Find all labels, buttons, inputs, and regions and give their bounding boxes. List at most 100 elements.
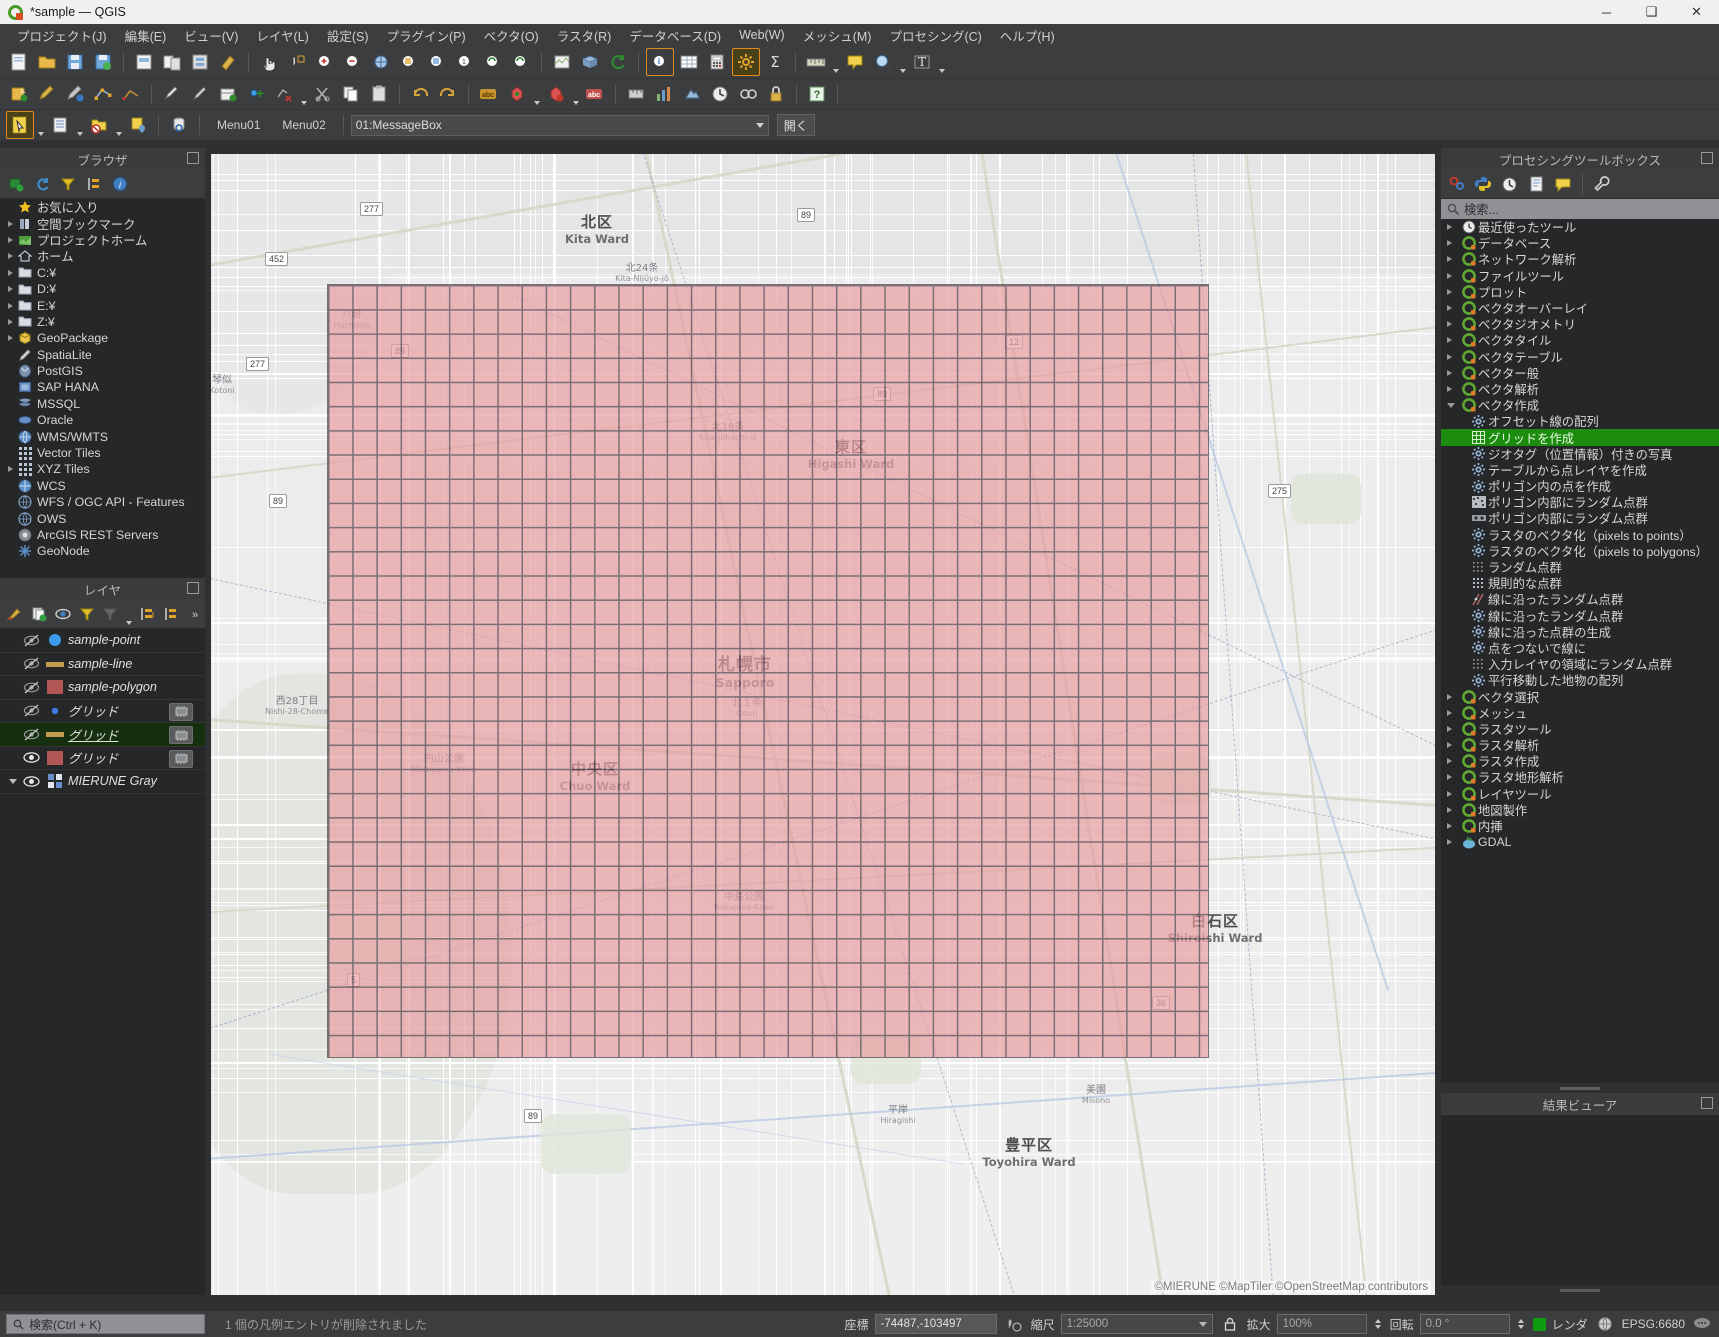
browser-item-16[interactable]: XYZ Tiles xyxy=(0,461,205,477)
browser-item-17[interactable]: WCS xyxy=(0,478,205,494)
delete-selected-button[interactable] xyxy=(271,81,297,107)
select-dropdown-caret[interactable] xyxy=(532,79,541,109)
multi-edit-button[interactable] xyxy=(118,81,144,107)
redo-button[interactable] xyxy=(435,81,461,107)
modify-attributes-button[interactable] xyxy=(159,81,185,107)
crs-value[interactable]: EPSG:6680 xyxy=(1622,1317,1685,1331)
expand-arrow-icon[interactable] xyxy=(1447,385,1459,392)
add-group-icon[interactable] xyxy=(29,603,49,625)
save-layer-edits-button[interactable] xyxy=(62,81,88,107)
comment-icon[interactable] xyxy=(1552,173,1574,195)
expand-all-icon[interactable] xyxy=(137,603,157,625)
browser-item-7[interactable]: Z:¥ xyxy=(0,314,205,330)
select-value-button[interactable]: abc xyxy=(582,81,608,107)
select-features-button[interactable]: abc xyxy=(476,81,502,107)
browser-item-10[interactable]: PostGIS xyxy=(0,363,205,379)
expand-arrow-icon[interactable] xyxy=(1447,272,1459,279)
expand-arrow-icon[interactable] xyxy=(1447,709,1459,716)
new-bookmark-button[interactable] xyxy=(870,49,896,75)
zoom-selection-button[interactable] xyxy=(396,49,422,75)
coordinate-value[interactable]: -74487,-103497 xyxy=(874,1314,997,1334)
processing-item-11[interactable]: ベクタ作成 xyxy=(1441,397,1719,413)
more-options-icon[interactable]: » xyxy=(185,603,205,625)
expand-arrow-icon[interactable] xyxy=(1447,224,1459,231)
deselect-features-button[interactable] xyxy=(543,81,569,107)
zoom-in-button[interactable] xyxy=(312,49,338,75)
results-splitter[interactable] xyxy=(1441,1285,1719,1295)
expand-arrow-icon[interactable] xyxy=(1447,806,1459,813)
zoom-native-button[interactable]: 1 xyxy=(452,49,478,75)
lock-scale-icon[interactable] xyxy=(1219,1313,1241,1335)
processing-item-16[interactable]: ポリゴン内の点を作成 xyxy=(1441,478,1719,494)
copy-features-button[interactable] xyxy=(338,81,364,107)
memory-layer-icon[interactable] xyxy=(169,702,193,721)
filter-selected-icon[interactable] xyxy=(101,603,121,625)
processing-item-13[interactable]: グリッドを作成 xyxy=(1441,429,1719,446)
browser-item-11[interactable]: SAP HANA xyxy=(0,379,205,395)
hidden-eye-icon[interactable] xyxy=(20,728,42,741)
results-float-icon[interactable] xyxy=(1701,1097,1713,1109)
processing-item-27[interactable]: 入力レイヤの領域にランダム点群 xyxy=(1441,656,1719,672)
undo-button[interactable] xyxy=(407,81,433,107)
zoom-out-button[interactable] xyxy=(340,49,366,75)
expand-arrow-icon[interactable] xyxy=(4,269,16,276)
layer-row-0[interactable]: sample-point xyxy=(0,629,205,653)
browser-float-icon[interactable] xyxy=(187,152,199,164)
expand-arrow-icon[interactable] xyxy=(4,302,16,309)
expand-arrow-icon[interactable] xyxy=(1447,353,1459,360)
show-statistics-button[interactable] xyxy=(651,81,677,107)
processing-item-29[interactable]: ベクタ選択 xyxy=(1441,688,1719,705)
status-search-input[interactable]: 検索(Ctrl + K) xyxy=(6,1314,205,1334)
paste-features-button[interactable] xyxy=(366,81,392,107)
new-project-button[interactable] xyxy=(6,49,32,75)
field-calculator-button[interactable] xyxy=(704,49,730,75)
minimize-button[interactable]: ─ xyxy=(1584,0,1629,24)
identify-features-button[interactable]: i xyxy=(646,48,674,76)
expand-arrow-icon[interactable] xyxy=(1447,402,1459,408)
expand-arrow-icon[interactable] xyxy=(4,220,16,227)
save-project-as-button[interactable] xyxy=(90,49,116,75)
temporal-controller-button[interactable] xyxy=(707,81,733,107)
processing-item-15[interactable]: テーブルから点レイヤを作成 xyxy=(1441,462,1719,478)
open-project-button[interactable] xyxy=(34,49,60,75)
browser-item-4[interactable]: C:¥ xyxy=(0,265,205,281)
expand-arrow-icon[interactable] xyxy=(1447,790,1459,797)
browser-item-20[interactable]: ArcGIS REST Servers xyxy=(0,527,205,543)
processing-item-8[interactable]: ベクタテーブル xyxy=(1441,349,1719,365)
rotation-spinner[interactable] xyxy=(1516,1315,1527,1333)
digitize-with-segment-button[interactable] xyxy=(187,81,213,107)
toggle-extents-icon[interactable] xyxy=(1003,1313,1025,1335)
layer-row-5[interactable]: グリッド xyxy=(0,747,205,770)
georeferencer-button[interactable] xyxy=(735,81,761,107)
help-button[interactable]: ? xyxy=(804,81,830,107)
expand-arrow-icon[interactable] xyxy=(1447,839,1459,846)
menu-item-5[interactable]: プラグイン(P) xyxy=(378,24,475,47)
processing-item-26[interactable]: 点をつないで線に xyxy=(1441,640,1719,656)
browser-item-19[interactable]: OWS xyxy=(0,510,205,526)
filter-legend-icon[interactable] xyxy=(77,603,97,625)
style-manager-button[interactable] xyxy=(215,49,241,75)
browser-item-3[interactable]: ホーム xyxy=(0,248,205,264)
show-layouts-button[interactable] xyxy=(187,49,213,75)
browser-item-5[interactable]: D:¥ xyxy=(0,281,205,297)
processing-item-14[interactable]: ジオタグ（位置情報）付きの写真 xyxy=(1441,446,1719,462)
plugin-select-button[interactable] xyxy=(6,111,34,139)
history-clock-icon[interactable] xyxy=(1498,173,1520,195)
deselect-dropdown-caret[interactable] xyxy=(571,79,580,109)
processing-item-37[interactable]: 内挿 xyxy=(1441,818,1719,834)
expand-arrow-icon[interactable] xyxy=(1447,240,1459,247)
pan-map-button[interactable] xyxy=(256,49,282,75)
expand-arrow-icon[interactable] xyxy=(1447,337,1459,344)
map-canvas[interactable]: 北区Kita Ward東区Higashi Ward札幌市Sapporo中央区Ch… xyxy=(211,154,1435,1295)
processing-item-33[interactable]: ラスタ作成 xyxy=(1441,753,1719,769)
processing-item-18[interactable]: ポリゴン内部にランダム点群 xyxy=(1441,510,1719,526)
refresh-icon[interactable] xyxy=(31,173,53,195)
processing-item-12[interactable]: オフセット線の配列 xyxy=(1441,413,1719,429)
render-checkbox[interactable] xyxy=(1532,1317,1546,1331)
save-project-button[interactable] xyxy=(62,49,88,75)
processing-item-21[interactable]: ランダム点群 xyxy=(1441,559,1719,575)
processing-toolbox-button[interactable] xyxy=(732,48,760,76)
plugin-list-caret[interactable] xyxy=(75,110,84,140)
menu-item-10[interactable]: メッシュ(M) xyxy=(794,24,881,47)
expand-arrow-icon[interactable] xyxy=(1447,742,1459,749)
